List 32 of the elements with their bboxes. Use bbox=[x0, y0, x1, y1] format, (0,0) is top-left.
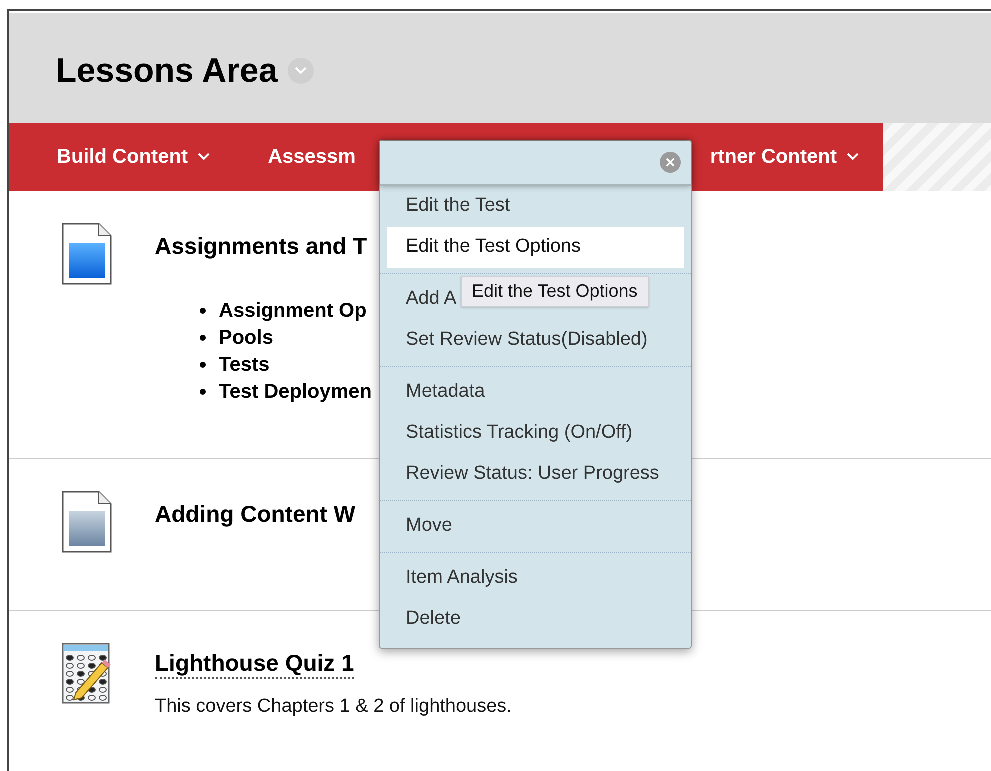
tooltip: Edit the Test Options bbox=[461, 276, 649, 307]
answer-sheet-pencil-icon bbox=[62, 643, 112, 705]
menu-item[interactable]: Metadata bbox=[387, 372, 684, 413]
item-title-link[interactable]: Lighthouse Quiz 1 bbox=[155, 649, 354, 679]
bullet-icon bbox=[200, 308, 206, 314]
bullet-text: Tests bbox=[219, 352, 270, 378]
menu-item[interactable]: Edit the Test Options bbox=[387, 227, 684, 268]
chevron-down-icon bbox=[198, 153, 210, 161]
close-icon[interactable] bbox=[660, 152, 681, 173]
chevron-down-icon bbox=[847, 153, 859, 161]
document-icon bbox=[62, 491, 112, 553]
menu-item[interactable]: Statistics Tracking (On/Off) bbox=[387, 413, 684, 454]
bullet-icon bbox=[200, 362, 206, 368]
document-icon bbox=[62, 223, 112, 285]
menu-item[interactable]: Delete bbox=[387, 599, 684, 640]
menu-item[interactable]: Edit the Test bbox=[387, 186, 684, 227]
menu-bar-item[interactable]: Assessm bbox=[268, 142, 356, 172]
bullet-text: Assignment Op bbox=[219, 298, 367, 324]
bullet-icon bbox=[200, 389, 206, 395]
menu-item[interactable]: Item Analysis bbox=[387, 558, 684, 599]
page-title: Lessons Area bbox=[56, 50, 278, 92]
menu-item[interactable]: Set Review Status(Disabled) bbox=[387, 320, 684, 361]
menu-item[interactable]: Move bbox=[387, 506, 684, 547]
menu-bar-item[interactable]: Build Content bbox=[57, 142, 210, 172]
bullet-text: Pools bbox=[219, 326, 274, 350]
menu-bar-item[interactable]: rtner Content bbox=[710, 142, 859, 172]
item-description: This covers Chapters 1 & 2 of lighthouses. bbox=[155, 695, 512, 719]
bullet-icon bbox=[200, 335, 206, 341]
menu-item[interactable]: Review Status: User Progress bbox=[387, 454, 684, 495]
bullet-text: Test Deploymen bbox=[219, 380, 372, 404]
item-title: Adding Content W bbox=[155, 500, 356, 529]
item-title: Assignments and T bbox=[155, 232, 368, 261]
